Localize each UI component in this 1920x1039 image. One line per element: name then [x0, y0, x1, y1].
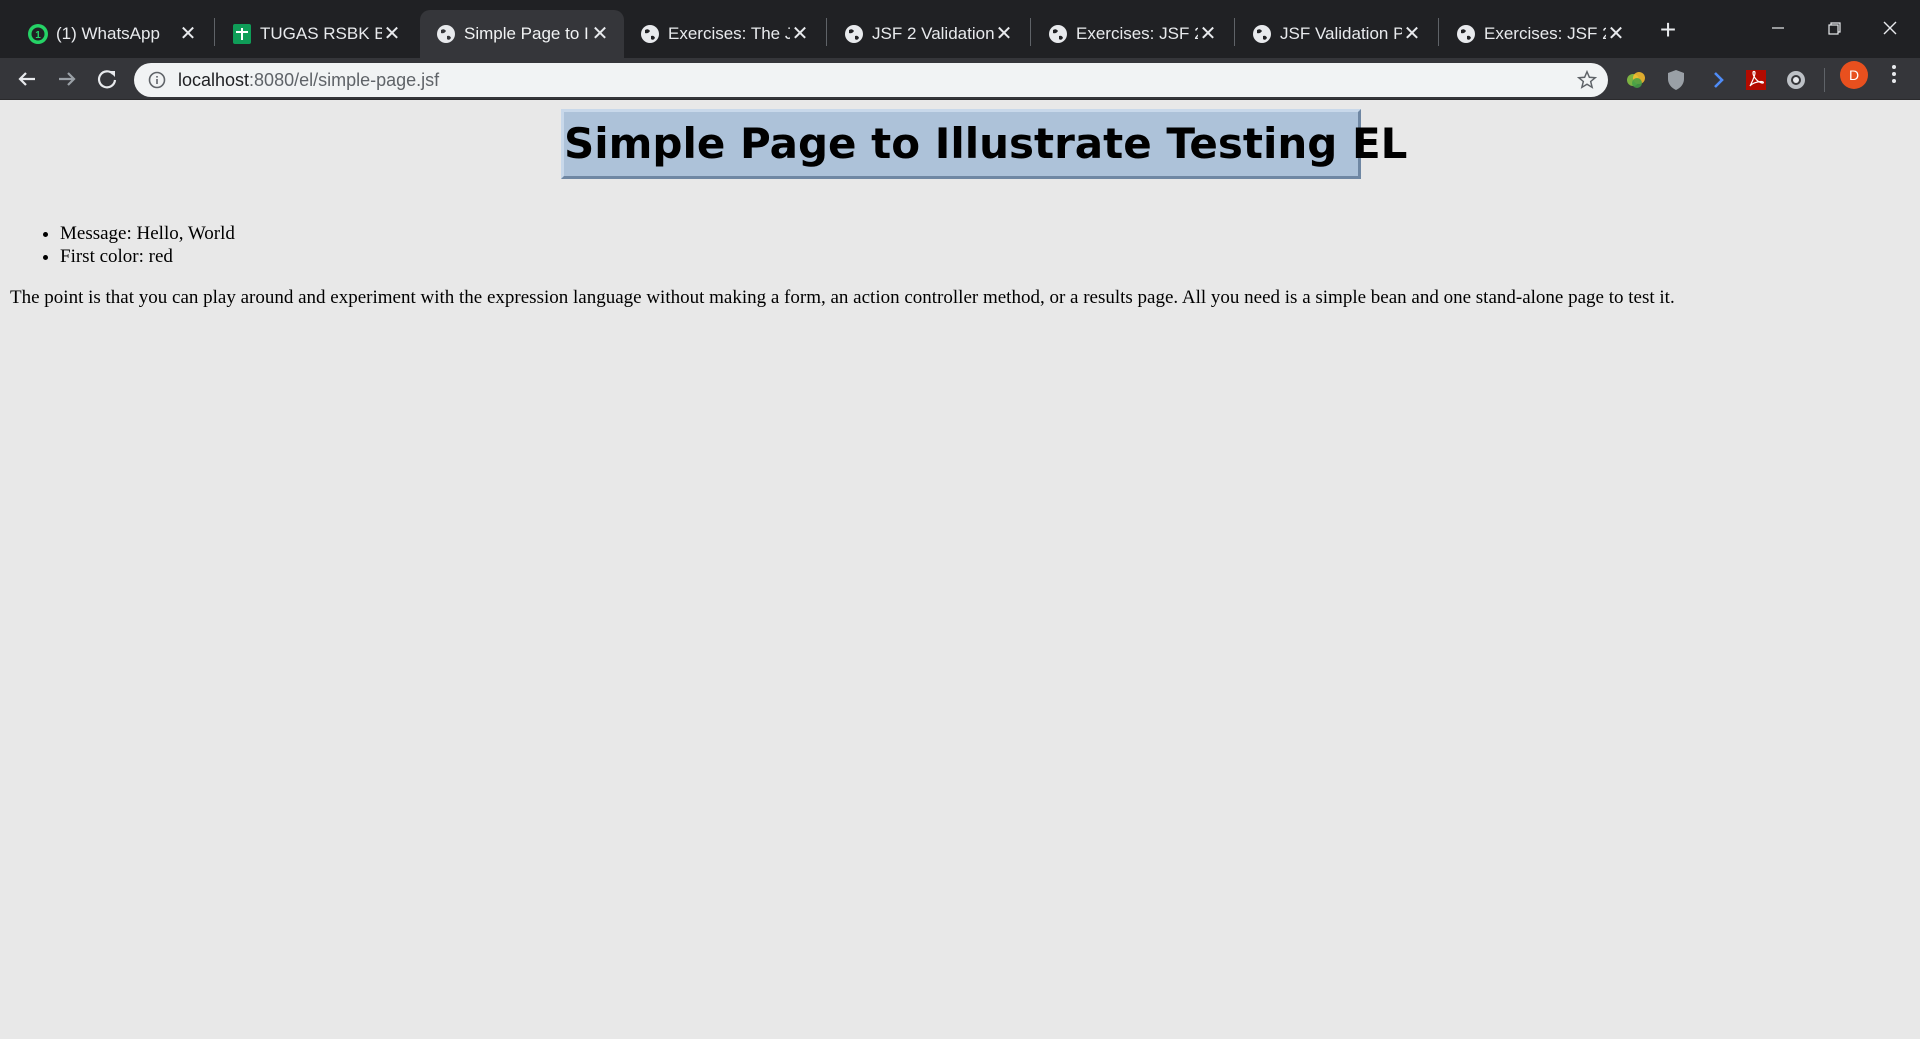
- toolbar-divider: [1824, 68, 1825, 92]
- close-icon[interactable]: ✕: [176, 22, 200, 46]
- extension-arrow-icon[interactable]: [1706, 68, 1730, 92]
- extension-circle-icon[interactable]: [1784, 68, 1808, 92]
- tab-tugas-rsbk[interactable]: TUGAS RSBK B - G ✕: [216, 10, 416, 58]
- tab-strip: 1 (1) WhatsApp ✕ TUGAS RSBK B - G ✕ Simp…: [0, 0, 1920, 58]
- tab-title: JSF Validation Part: [1280, 24, 1402, 43]
- tab-whatsapp[interactable]: 1 (1) WhatsApp ✕: [12, 10, 212, 58]
- page-title: Simple Page to Illustrate Testing EL: [564, 119, 1408, 168]
- new-tab-button[interactable]: +: [1652, 14, 1684, 46]
- close-icon[interactable]: ✕: [788, 22, 812, 46]
- globe-icon: [1253, 25, 1271, 43]
- browser-toolbar: localhost:8080/el/simple-page.jsf: [0, 58, 1920, 100]
- whatsapp-icon: 1: [28, 24, 48, 44]
- globe-icon: [1049, 25, 1067, 43]
- tab-title: (1) WhatsApp: [56, 24, 160, 43]
- info-icon[interactable]: [148, 71, 166, 89]
- tab-title: JSF 2 Validation Pa: [872, 24, 994, 43]
- tab-title: Exercises: The JSF 2: [668, 24, 790, 43]
- close-icon[interactable]: ✕: [588, 22, 612, 46]
- close-icon[interactable]: ✕: [992, 22, 1016, 46]
- close-icon[interactable]: ✕: [1196, 22, 1220, 46]
- page-title-box: Simple Page to Illustrate Testing EL: [561, 109, 1408, 179]
- more-menu-icon[interactable]: [1882, 60, 1906, 88]
- tab-exercises-jsf-val-2[interactable]: Exercises: JSF 2 Val ✕: [1440, 10, 1640, 58]
- minimize-button[interactable]: [1750, 8, 1806, 48]
- bookmark-star-icon[interactable]: [1576, 69, 1598, 91]
- tab-jsf-validation-part[interactable]: JSF Validation Part ✕: [1236, 10, 1436, 58]
- tab-exercises-jsf[interactable]: Exercises: The JSF 2 ✕: [624, 10, 824, 58]
- svg-text:1: 1: [35, 30, 41, 41]
- shield-icon[interactable]: [1664, 68, 1688, 92]
- globe-icon: [437, 25, 455, 43]
- page-content: Simple Page to Illustrate Testing EL Mes…: [0, 100, 1920, 1039]
- reload-icon[interactable]: [90, 62, 124, 96]
- restore-button[interactable]: [1806, 8, 1862, 48]
- description-paragraph: The point is that you can play around an…: [10, 287, 1675, 308]
- tab-title: Simple Page to Illu: [464, 24, 588, 43]
- tab-separator: [826, 18, 827, 46]
- pdf-icon[interactable]: [1744, 68, 1768, 92]
- info-list: Message: Hello, World First color: red: [60, 222, 235, 268]
- url-path: :8080/el/simple-page.jsf: [249, 70, 440, 90]
- list-item: Message: Hello, World: [60, 222, 235, 245]
- tab-separator: [1234, 18, 1235, 46]
- close-icon[interactable]: ✕: [1604, 22, 1628, 46]
- close-icon[interactable]: ✕: [380, 22, 404, 46]
- minimize-icon: [1772, 27, 1784, 29]
- profile-avatar[interactable]: D: [1840, 61, 1868, 89]
- globe-icon: [641, 25, 659, 43]
- sheets-icon: [233, 24, 251, 44]
- close-window-icon: [1883, 21, 1897, 35]
- globe-icon: [1457, 25, 1475, 43]
- tab-simple-page[interactable]: Simple Page to Illu ✕: [420, 10, 624, 58]
- globe-icon: [845, 25, 863, 43]
- close-icon[interactable]: ✕: [1400, 22, 1424, 46]
- tab-title: Exercises: JSF 2 Val: [1484, 24, 1606, 43]
- list-item: First color: red: [60, 245, 235, 268]
- restore-icon: [1828, 22, 1841, 35]
- tab-separator: [1438, 18, 1439, 46]
- extension-green-icon[interactable]: [1624, 68, 1648, 92]
- tab-exercises-jsf-val[interactable]: Exercises: JSF 2 Val ✕: [1032, 10, 1232, 58]
- close-window-button[interactable]: [1862, 8, 1918, 48]
- tab-separator: [214, 18, 215, 46]
- tab-title: Exercises: JSF 2 Val: [1076, 24, 1198, 43]
- tab-title: TUGAS RSBK B - G: [260, 24, 382, 43]
- address-bar[interactable]: localhost:8080/el/simple-page.jsf: [134, 63, 1608, 97]
- back-icon[interactable]: [10, 62, 44, 96]
- url-host: localhost: [178, 70, 250, 90]
- tab-jsf-validation[interactable]: JSF 2 Validation Pa ✕: [828, 10, 1028, 58]
- url-text: localhost:8080/el/simple-page.jsf: [178, 63, 439, 97]
- forward-icon[interactable]: [50, 62, 84, 96]
- tab-separator: [1030, 18, 1031, 46]
